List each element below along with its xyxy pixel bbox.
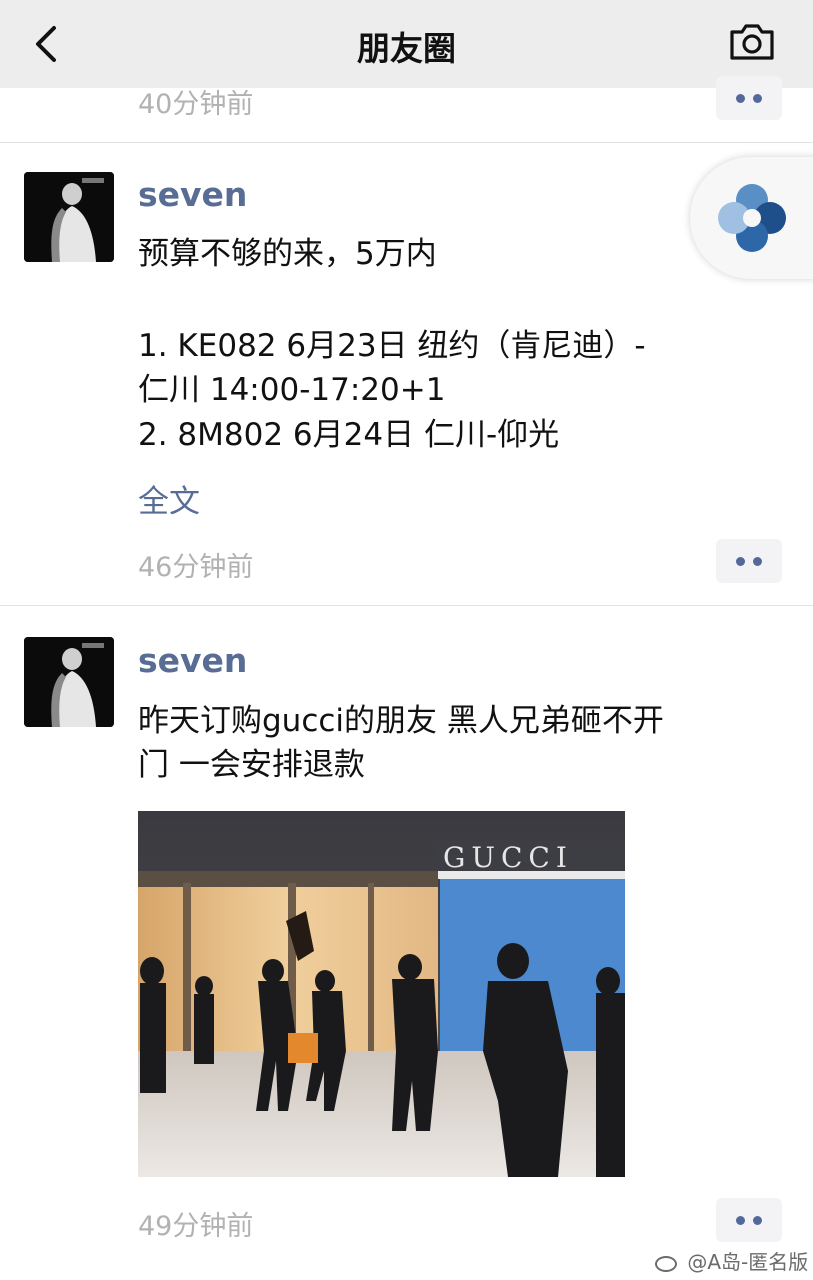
- weibo-watermark: @A岛-匿名版: [655, 1246, 808, 1275]
- post-text-line: 预算不够的来，5万内: [138, 236, 437, 272]
- post-text-line: 昨天订购gucci的朋友 黑人兄弟砸不开: [138, 703, 664, 739]
- dot-icon: [753, 557, 762, 566]
- pinwheel-logo-icon: [718, 184, 786, 252]
- storefront-photo: GUCCI: [138, 811, 625, 1177]
- post-text-line: 2. 8M802 6月24日 仁川-仰光: [138, 417, 560, 453]
- avatar[interactable]: [24, 637, 114, 727]
- floating-widget[interactable]: [690, 157, 813, 279]
- camera-icon[interactable]: [728, 22, 776, 62]
- post-time: 40分钟前: [138, 89, 254, 120]
- post-text-line: 仁川 14:00-17:20+1: [138, 372, 446, 408]
- dot-icon: [753, 1216, 762, 1225]
- weibo-logo-icon: [655, 1255, 677, 1272]
- avatar-image: [24, 637, 114, 727]
- watermark-text: @A岛-匿名版: [687, 1250, 809, 1274]
- dot-icon: [736, 94, 745, 103]
- avatar[interactable]: [24, 172, 114, 262]
- page-title: 朋友圈: [357, 29, 456, 68]
- more-options-button[interactable]: [716, 1198, 782, 1242]
- nickname[interactable]: seven: [138, 641, 247, 680]
- post-text-line: 1. KE082 6月23日 纽约（肯尼迪）-: [138, 328, 646, 364]
- post-photo[interactable]: GUCCI: [138, 811, 625, 1177]
- gucci-sign-text: GUCCI: [443, 841, 573, 874]
- nickname[interactable]: seven: [138, 175, 247, 214]
- navbar: 朋友圈: [0, 0, 813, 88]
- dot-icon: [736, 1216, 745, 1225]
- post-time: 49分钟前: [138, 1211, 254, 1242]
- full-text-link[interactable]: 全文: [138, 476, 200, 521]
- post-time: 46分钟前: [138, 552, 254, 583]
- more-options-button[interactable]: [716, 76, 782, 120]
- dot-icon: [753, 94, 762, 103]
- moment-post-0: 40分钟前: [0, 76, 813, 140]
- post-text-line: 门 一会安排退款: [138, 747, 365, 783]
- more-options-button[interactable]: [716, 539, 782, 583]
- avatar-image: [24, 172, 114, 262]
- dot-icon: [736, 557, 745, 566]
